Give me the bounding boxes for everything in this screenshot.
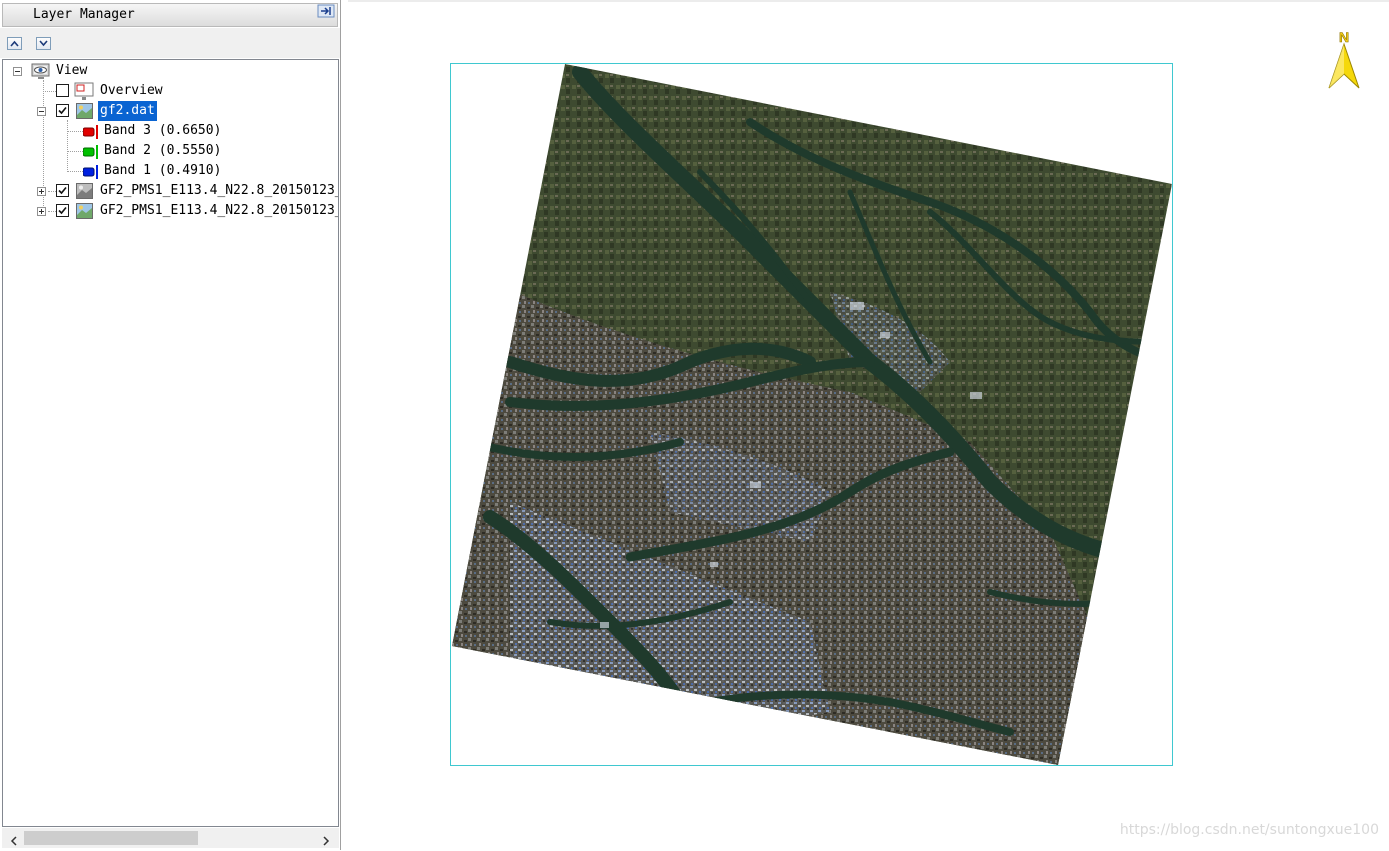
expand-icon[interactable] [37, 187, 46, 196]
raster-image-icon [76, 203, 93, 226]
layer-toolbar [0, 28, 340, 58]
gf2-dat-checkbox[interactable] [56, 104, 69, 117]
overview-checkbox[interactable] [56, 84, 69, 97]
scroll-left-icon[interactable] [8, 832, 20, 846]
layer-tree: View Overview gf2.dat Band 3 (0.6650) Ba… [2, 59, 339, 827]
tree-node-gf2-dat[interactable]: gf2.dat [3, 101, 303, 121]
layer-checkbox[interactable] [56, 204, 69, 217]
tree-label-band-3: Band 3 (0.6650) [104, 123, 222, 138]
horizontal-scrollbar[interactable] [2, 828, 339, 848]
tree-label-gf2-layer: GF2_PMS1_E113.4_N22.8_20150123_I [100, 183, 339, 198]
move-layer-down-button[interactable] [36, 37, 51, 50]
tree-node-gf2-pms1-layer[interactable]: GF2_PMS1_E113.4_N22.8_20150123_I [3, 201, 339, 221]
scrollbar-thumb[interactable] [24, 831, 198, 845]
image-extent-box [450, 63, 1173, 766]
watermark-text: https://blog.csdn.net/suntongxue100 [1119, 822, 1379, 838]
scroll-right-icon[interactable] [320, 832, 332, 846]
collapse-icon[interactable] [37, 107, 46, 116]
expand-icon[interactable] [37, 207, 46, 216]
tree-label-band-1: Band 1 (0.4910) [104, 163, 222, 178]
layer-manager-panel: Layer Manager View Overview gf2.dat Band… [0, 0, 341, 850]
tree-label-view: View [56, 63, 88, 78]
layer-checkbox[interactable] [56, 184, 69, 197]
tree-node-gf2-pms1-layer[interactable]: GF2_PMS1_E113.4_N22.8_20150123_I [3, 181, 339, 201]
tree-label-band-2: Band 2 (0.5550) [104, 143, 222, 158]
tree-node-view[interactable]: View [3, 61, 303, 81]
map-top-border [348, 0, 1389, 2]
dock-pin-icon[interactable] [317, 3, 335, 19]
panel-title: Layer Manager [2, 3, 338, 27]
tree-node-band-3[interactable]: Band 3 (0.6650) [3, 121, 303, 141]
tree-node-band-2[interactable]: Band 2 (0.5550) [3, 141, 303, 161]
move-layer-up-button[interactable] [7, 37, 22, 50]
collapse-icon[interactable] [13, 67, 22, 76]
tree-node-band-1[interactable]: Band 1 (0.4910) [3, 161, 303, 181]
tree-label-overview: Overview [100, 83, 163, 98]
tree-label-gf2-layer: GF2_PMS1_E113.4_N22.8_20150123_I [100, 203, 339, 218]
tree-label-gf2-dat: gf2.dat [98, 101, 157, 121]
tree-node-overview[interactable]: Overview [3, 81, 303, 101]
north-arrow-icon: N [1326, 28, 1362, 94]
